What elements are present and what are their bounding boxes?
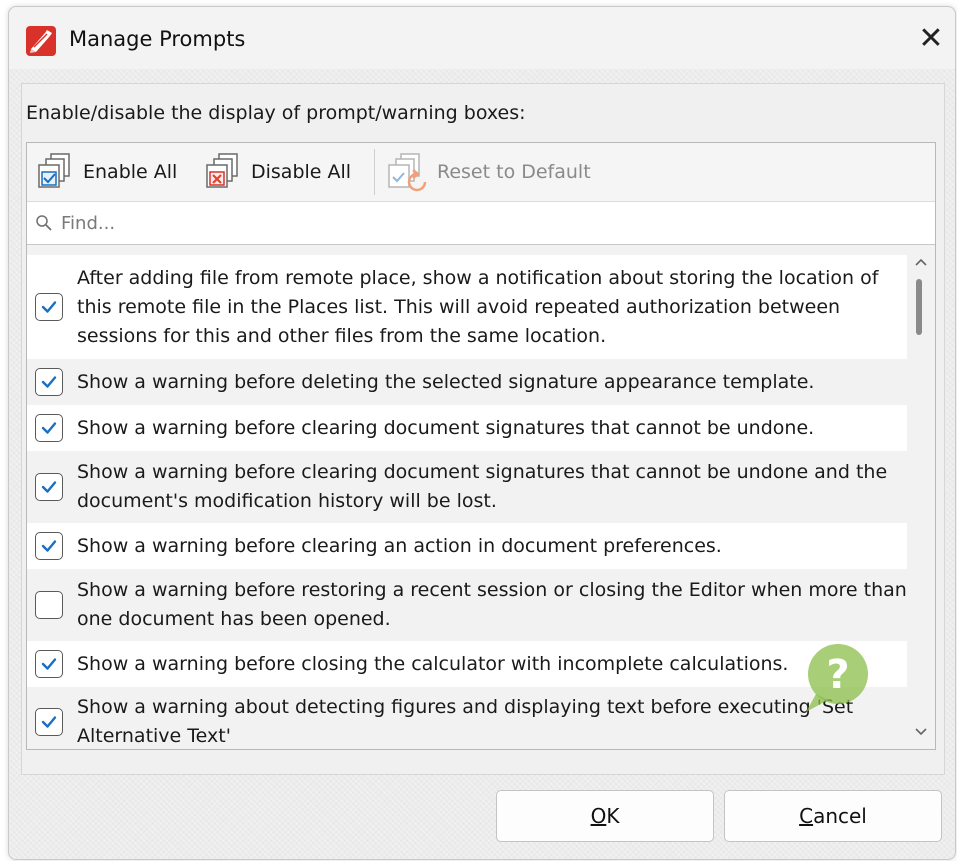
prompt-label: Show a warning before deleting the selec… <box>77 370 815 393</box>
checkmark-icon <box>41 301 57 313</box>
enable-all-button[interactable]: Enable All <box>35 151 177 193</box>
checkmark-icon <box>41 658 57 670</box>
prompt-checkbox[interactable] <box>35 473 63 501</box>
scrollbar-thumb[interactable] <box>916 279 922 335</box>
reset-to-default-button[interactable]: Reset to Default <box>385 151 591 193</box>
checkmark-icon <box>41 540 57 552</box>
prompt-checkbox[interactable] <box>35 368 63 396</box>
cancel-button[interactable]: Cancel <box>724 790 942 842</box>
disable-all-icon <box>206 153 238 188</box>
close-icon[interactable]: ✕ <box>911 19 951 59</box>
ok-button[interactable]: OK <box>496 790 714 842</box>
prompt-label: Show a warning about detecting figures a… <box>77 696 854 745</box>
title-bar[interactable]: Manage Prompts ✕ <box>9 7 955 69</box>
scroll-up-icon[interactable] <box>913 255 929 269</box>
find-input[interactable] <box>59 211 883 235</box>
prompt-item[interactable]: Show a warning before clearing document … <box>27 405 907 451</box>
disable-all-label: Disable All <box>251 161 352 183</box>
prompt-item[interactable]: Show a warning before restoring a recent… <box>27 569 907 641</box>
checkmark-icon <box>41 422 57 434</box>
help-question-icon[interactable]: ? <box>790 636 874 720</box>
search-icon <box>36 215 52 231</box>
prompt-item[interactable]: After adding file from remote place, sho… <box>27 255 907 359</box>
prompt-label: Show a warning before restoring a recent… <box>77 579 907 630</box>
prompt-label: Show a warning before closing the calcul… <box>77 652 789 675</box>
checkmark-icon <box>41 376 57 388</box>
prompt-checkbox[interactable] <box>35 414 63 442</box>
checkmark-icon <box>41 481 57 493</box>
prompt-label: After adding file from remote place, sho… <box>77 266 879 347</box>
enable-all-icon <box>38 153 70 188</box>
prompt-item[interactable]: Show a warning before closing the calcul… <box>27 641 907 687</box>
toolbar: Enable All Disable All Reset to Default <box>27 143 935 201</box>
prompt-checkbox[interactable] <box>35 293 63 321</box>
reset-to-default-icon <box>388 153 427 192</box>
prompts-list: After adding file from remote place, sho… <box>27 249 907 745</box>
prompt-checkbox[interactable] <box>35 591 63 619</box>
list-scrollbar[interactable] <box>911 249 931 745</box>
scroll-down-icon[interactable] <box>913 725 929 739</box>
prompt-item[interactable]: Show a warning before clearing an action… <box>27 523 907 569</box>
prompt-label: Show a warning before clearing document … <box>77 461 888 512</box>
svg-text:?: ? <box>826 652 849 698</box>
prompt-checkbox[interactable] <box>35 650 63 678</box>
prompt-label: Show a warning before clearing an action… <box>77 534 722 557</box>
prompt-item[interactable]: Show a warning about detecting figures a… <box>27 687 907 745</box>
disable-all-button[interactable]: Disable All <box>203 151 351 193</box>
instruction-label: Enable/disable the display of prompt/war… <box>26 102 526 124</box>
prompt-label: Show a warning before clearing document … <box>77 416 815 439</box>
prompt-item[interactable]: Show a warning before deleting the selec… <box>27 359 907 405</box>
dialog-title: Manage Prompts <box>69 27 246 51</box>
checkmark-icon <box>41 716 57 728</box>
prompt-item[interactable]: Show a warning before clearing document … <box>27 451 907 523</box>
prompt-checkbox[interactable] <box>35 532 63 560</box>
search-bar <box>27 201 935 245</box>
reset-to-default-label: Reset to Default <box>437 161 591 183</box>
toolbar-separator <box>374 149 375 195</box>
prompt-checkbox[interactable] <box>35 708 63 736</box>
pdf-editor-app-icon <box>26 26 56 56</box>
enable-all-label: Enable All <box>83 161 178 183</box>
